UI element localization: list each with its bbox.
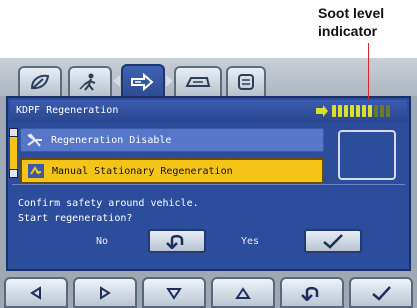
softkey-back[interactable] [280, 277, 344, 308]
soot-level-bar [374, 105, 378, 117]
right-arrow-icon [100, 285, 111, 300]
screen-title: KDPF Regeneration [16, 105, 119, 116]
back-icon [301, 286, 319, 301]
divider [12, 184, 405, 185]
operator-icon [79, 73, 96, 91]
manual-regeneration-icon [28, 164, 44, 178]
no-button[interactable] [148, 229, 206, 253]
callout-line-2: indicator [318, 23, 378, 39]
regeneration-icon [131, 73, 154, 91]
filter-icon [316, 105, 328, 117]
menu-item-manual-regeneration[interactable]: Manual Stationary Regeneration [20, 158, 324, 184]
scroll-up-button[interactable] [9, 128, 18, 137]
softkey-row [0, 277, 417, 308]
scroll-thumb[interactable] [10, 137, 17, 169]
soot-level-bar [380, 105, 384, 117]
menu-item-regeneration-disable[interactable]: Regeneration Disable [20, 128, 324, 152]
yes-button[interactable] [304, 229, 362, 253]
soot-level-bar [338, 105, 342, 117]
soot-level-bar [356, 105, 360, 117]
softkey-up[interactable] [211, 277, 275, 308]
preview-box [338, 130, 396, 180]
scrollbar[interactable] [9, 128, 18, 178]
regeneration-menu: Regeneration Disable Manual Stationary R… [20, 128, 324, 190]
softkey-left[interactable] [4, 277, 68, 308]
regeneration-screen: KDPF Regeneration Regeneration Disable M… [6, 96, 411, 271]
scroll-down-button[interactable] [9, 169, 18, 178]
no-label: No [96, 236, 109, 247]
tab-regeneration[interactable] [121, 64, 165, 98]
soot-level-indicator [332, 105, 390, 117]
soot-level-bar [386, 105, 390, 117]
message-line-1: Confirm safety around vehicle. [18, 198, 199, 209]
up-arrow-icon [235, 286, 251, 299]
display-panel: KDPF Regeneration Regeneration Disable M… [0, 58, 417, 308]
down-arrow-icon [166, 287, 182, 300]
menu-item-label: Regeneration Disable [51, 134, 172, 146]
softkey-confirm[interactable] [349, 277, 413, 308]
soot-level-callout: Soot level indicator [318, 4, 414, 40]
tab-bar [0, 58, 417, 98]
soot-level-bar [350, 105, 354, 117]
callout-leader-line [368, 43, 369, 99]
list-icon [238, 74, 254, 90]
tab-leaf[interactable] [18, 66, 62, 96]
yes-label: Yes [241, 236, 260, 247]
soot-level-bar [332, 105, 336, 117]
leaf-icon [30, 74, 50, 90]
softkey-right[interactable] [73, 277, 137, 308]
soot-level-bar [362, 105, 366, 117]
tab-left-arrow-icon [113, 75, 120, 87]
confirmation-message: Confirm safety around vehicle. Start reg… [18, 196, 199, 226]
soot-level-bar [344, 105, 348, 117]
check-icon [323, 234, 343, 249]
message-line-2: Start regeneration? [18, 213, 133, 224]
softkey-down[interactable] [142, 277, 206, 308]
regeneration-disable-icon [27, 133, 42, 147]
check-icon [372, 285, 391, 301]
screen-title-bar: KDPF Regeneration [10, 100, 407, 122]
tab-operator[interactable] [68, 66, 112, 96]
menu-item-label: Manual Stationary Regeneration [52, 165, 233, 177]
back-icon [166, 234, 184, 249]
tab-right-arrow-icon [166, 75, 173, 87]
left-arrow-icon [30, 285, 41, 300]
machine-icon [185, 77, 211, 87]
tab-list[interactable] [226, 66, 266, 96]
callout-line-1: Soot level [318, 5, 385, 21]
soot-level-bar [368, 105, 372, 117]
tab-machine[interactable] [174, 66, 222, 96]
